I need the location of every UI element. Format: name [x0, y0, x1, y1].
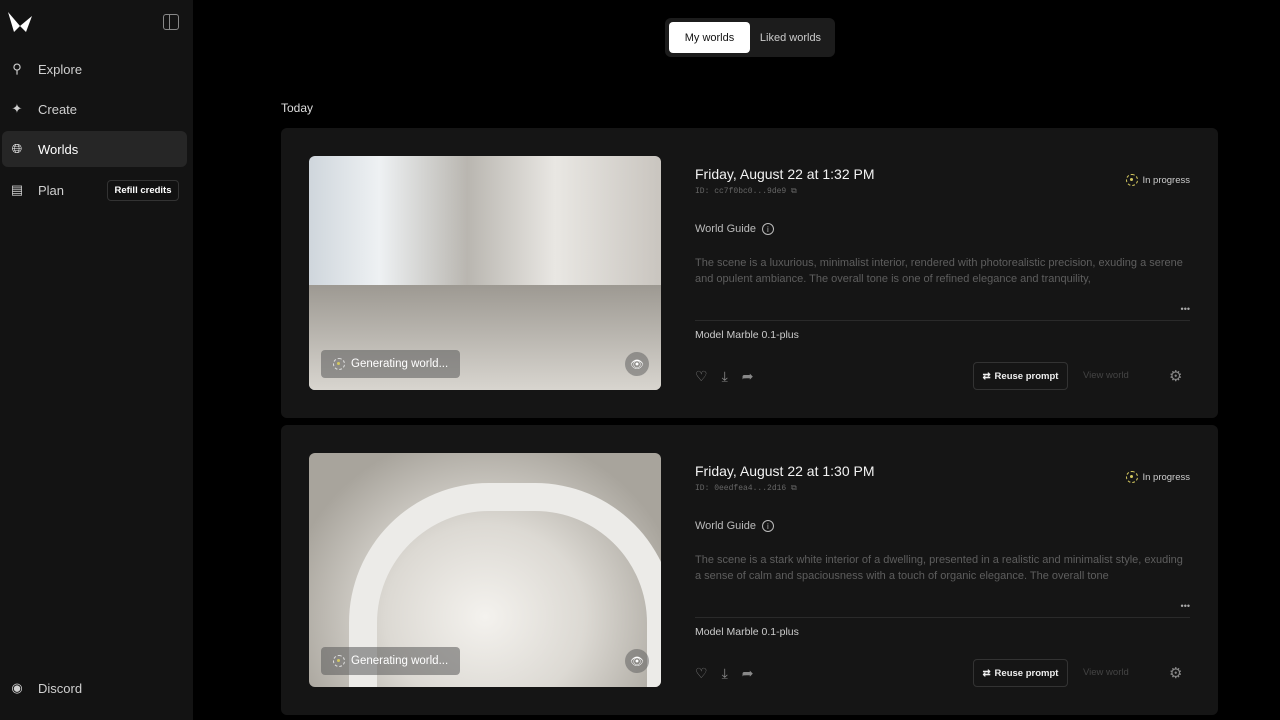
world-description: The scene is a stark white interior of a…	[695, 554, 1183, 582]
sidebar-toggle-icon[interactable]	[163, 14, 179, 30]
discord-label: Discord	[38, 680, 83, 696]
world-id: ID: cc7f0bc0...9de9 ⧉	[695, 187, 797, 196]
model-label: Model Marble 0.1-plus	[695, 329, 799, 341]
heart-icon[interactable]: ♡	[695, 665, 708, 682]
world-card: Generating world... 👁︎ Friday, August 22…	[281, 425, 1218, 715]
sidebar-item-worlds[interactable]: 🌐︎ Worlds	[2, 131, 187, 167]
progress-icon	[1126, 471, 1139, 483]
view-world-button[interactable]: View world	[1083, 667, 1129, 678]
sidebar-item-label: Worlds	[38, 141, 79, 157]
status-badge: In progress	[1126, 174, 1190, 186]
copy-icon[interactable]: ⧉	[791, 484, 797, 493]
model-label: Model Marble 0.1-plus	[695, 626, 799, 638]
world-card: Generating world... 👁︎ Friday, August 22…	[281, 128, 1218, 418]
world-preview-image[interactable]: Generating world... 👁︎	[309, 453, 661, 687]
more-button[interactable]: •••	[1181, 601, 1190, 611]
download-icon[interactable]: ⤓	[722, 368, 728, 385]
world-guide-label: World Guide	[695, 520, 756, 532]
gear-icon[interactable]: ⚙	[1169, 367, 1182, 385]
sparkle-icon: ✦	[11, 101, 23, 116]
sidebar: ⚲ Explore ✦ Create 🌐︎ Worlds ▤ Plan Refill c…	[0, 0, 193, 720]
sidebar-item-label: Create	[38, 101, 78, 117]
status-badge: In progress	[1126, 471, 1190, 483]
sidebar-item-create[interactable]: ✦ Create	[2, 91, 187, 127]
world-date: Friday, August 22 at 1:30 PM	[695, 463, 875, 479]
discord-link[interactable]: ◉ Discord	[2, 670, 187, 706]
status-label: In progress	[1142, 174, 1190, 186]
globe-icon: 🌐︎	[11, 141, 23, 156]
progress-icon	[1126, 174, 1139, 186]
sidebar-item-explore[interactable]: ⚲ Explore	[2, 51, 187, 87]
sidebar-item-plan[interactable]: ▤ Plan	[2, 172, 102, 208]
generating-label: Generating world...	[351, 358, 449, 370]
world-date: Friday, August 22 at 1:32 PM	[695, 166, 875, 182]
discord-icon: ◉	[11, 680, 23, 695]
worlds-tab-switch: My worlds Liked worlds	[665, 18, 835, 57]
reuse-prompt-button[interactable]: ⇄ Reuse prompt	[973, 362, 1068, 390]
share-icon[interactable]: ➦	[742, 368, 754, 385]
info-icon[interactable]: i	[761, 223, 774, 235]
divider	[695, 320, 1190, 321]
generating-label: Generating world...	[351, 655, 449, 667]
heart-icon[interactable]: ♡	[695, 368, 708, 385]
more-button[interactable]: •••	[1181, 304, 1190, 314]
reuse-label: Reuse prompt	[994, 370, 1059, 382]
info-icon[interactable]: i	[761, 520, 774, 532]
generating-badge: Generating world...	[321, 647, 461, 675]
section-heading: Today	[281, 101, 314, 115]
world-preview-image[interactable]: Generating world... 👁︎	[309, 156, 661, 390]
tab-my-worlds[interactable]: My worlds	[669, 22, 750, 53]
world-guide-heading: World Guide i	[695, 520, 774, 532]
divider	[695, 617, 1190, 618]
download-icon[interactable]: ⤓	[722, 665, 728, 682]
world-guide-heading: World Guide i	[695, 223, 774, 235]
status-label: In progress	[1142, 471, 1190, 483]
reuse-prompt-button[interactable]: ⇄ Reuse prompt	[973, 659, 1068, 687]
spinner-icon	[333, 655, 345, 667]
sidebar-item-label: Plan	[38, 182, 65, 198]
view-world-button[interactable]: View world	[1083, 370, 1129, 381]
world-id-text: ID: 0eedfea4...2d16	[695, 484, 787, 493]
spinner-icon	[333, 358, 345, 370]
copy-icon[interactable]: ⧉	[791, 187, 797, 196]
clipboard-icon: ▤	[10, 182, 24, 197]
world-description: The scene is a luxurious, minimalist int…	[695, 257, 1183, 285]
world-guide-label: World Guide	[695, 223, 756, 235]
eye-icon[interactable]: 👁︎	[625, 352, 649, 376]
reuse-label: Reuse prompt	[994, 667, 1059, 679]
logo-icon[interactable]	[8, 12, 34, 39]
tab-liked-worlds[interactable]: Liked worlds	[750, 22, 831, 53]
repeat-icon: ⇄	[982, 667, 991, 679]
repeat-icon: ⇄	[982, 370, 991, 382]
sidebar-item-label: Explore	[38, 61, 83, 77]
world-id: ID: 0eedfea4...2d16 ⧉	[695, 484, 797, 493]
search-icon: ⚲	[12, 61, 22, 76]
share-icon[interactable]: ➦	[742, 665, 754, 682]
world-id-text: ID: cc7f0bc0...9de9	[695, 187, 787, 196]
refill-credits-button[interactable]: Refill credits	[107, 180, 179, 201]
gear-icon[interactable]: ⚙	[1169, 664, 1182, 682]
eye-icon[interactable]: 👁︎	[625, 649, 649, 673]
generating-badge: Generating world...	[321, 350, 461, 378]
